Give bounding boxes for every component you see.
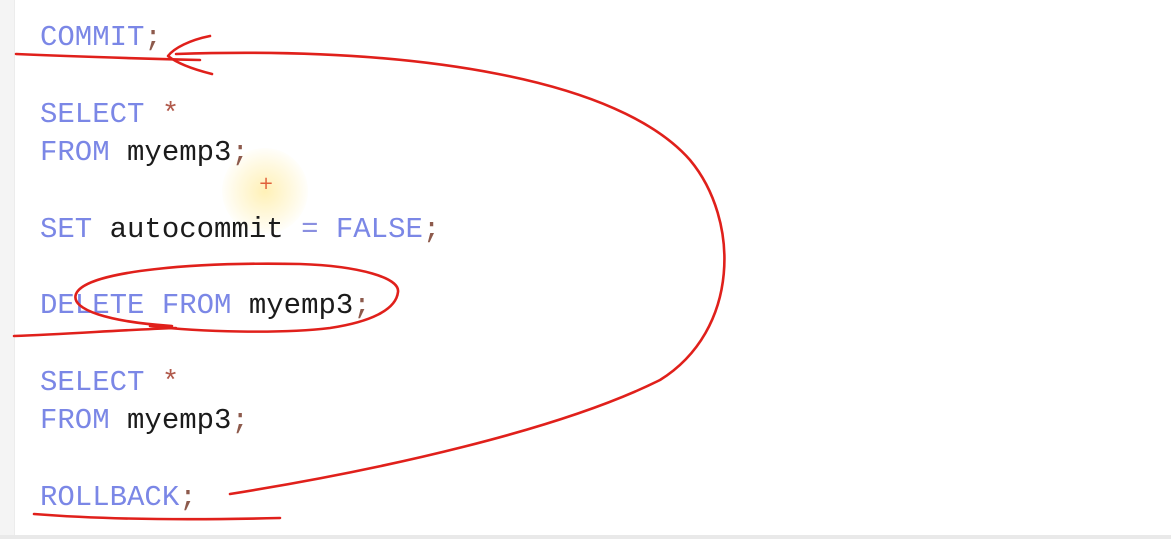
code-line-select-1[interactable]: SELECT * [40,97,179,133]
semicolon: ; [422,213,441,246]
editor-bottom-edge [0,535,1171,539]
editor-gutter [0,0,15,539]
keyword-set: SET [40,213,93,246]
rollback-to-commit-curve [174,51,726,496]
table-name: myemp3 [248,289,354,322]
keyword-rollback: ROLLBACK [40,481,180,514]
semicolon: ; [231,404,249,437]
keyword-select: SELECT [40,366,145,399]
semicolon: ; [144,21,162,54]
pen-annotation-overlay [12,34,726,521]
equals-operator: = [301,213,319,246]
keyword-from: FROM [40,136,110,169]
crosshair-cursor-icon: + [258,173,274,194]
code-line-commit[interactable]: COMMIT; [40,20,162,56]
variable-autocommit: autocommit [109,213,284,246]
table-name: myemp3 [127,404,232,437]
code-line-select-2[interactable]: SELECT * [40,365,179,401]
keyword-commit: COMMIT [40,21,145,54]
sql-editor[interactable]: + COMMIT; SELECT * FROM myemp3; SET auto… [0,0,1171,539]
semicolon: ; [179,481,197,514]
code-line-rollback[interactable]: ROLLBACK; [40,480,197,516]
code-line-from-2[interactable]: FROM myemp3; [40,403,249,439]
asterisk: * [161,366,180,399]
keyword-from: FROM [40,404,110,437]
semicolon: ; [231,136,249,169]
semicolon: ; [353,289,371,322]
arrow-head-commit [166,34,214,76]
keyword-select: SELECT [40,98,145,131]
keyword-from: FROM [161,289,232,322]
underline-delete [12,326,178,338]
table-name: myemp3 [127,136,232,169]
code-line-set-autocommit[interactable]: SET autocommit = FALSE; [40,212,440,248]
asterisk: * [161,98,180,131]
keyword-false: FALSE [335,213,423,246]
code-line-from-1[interactable]: FROM myemp3; [40,135,249,171]
keyword-delete: DELETE [40,289,145,322]
code-line-delete[interactable]: DELETE FROM myemp3; [40,288,371,324]
